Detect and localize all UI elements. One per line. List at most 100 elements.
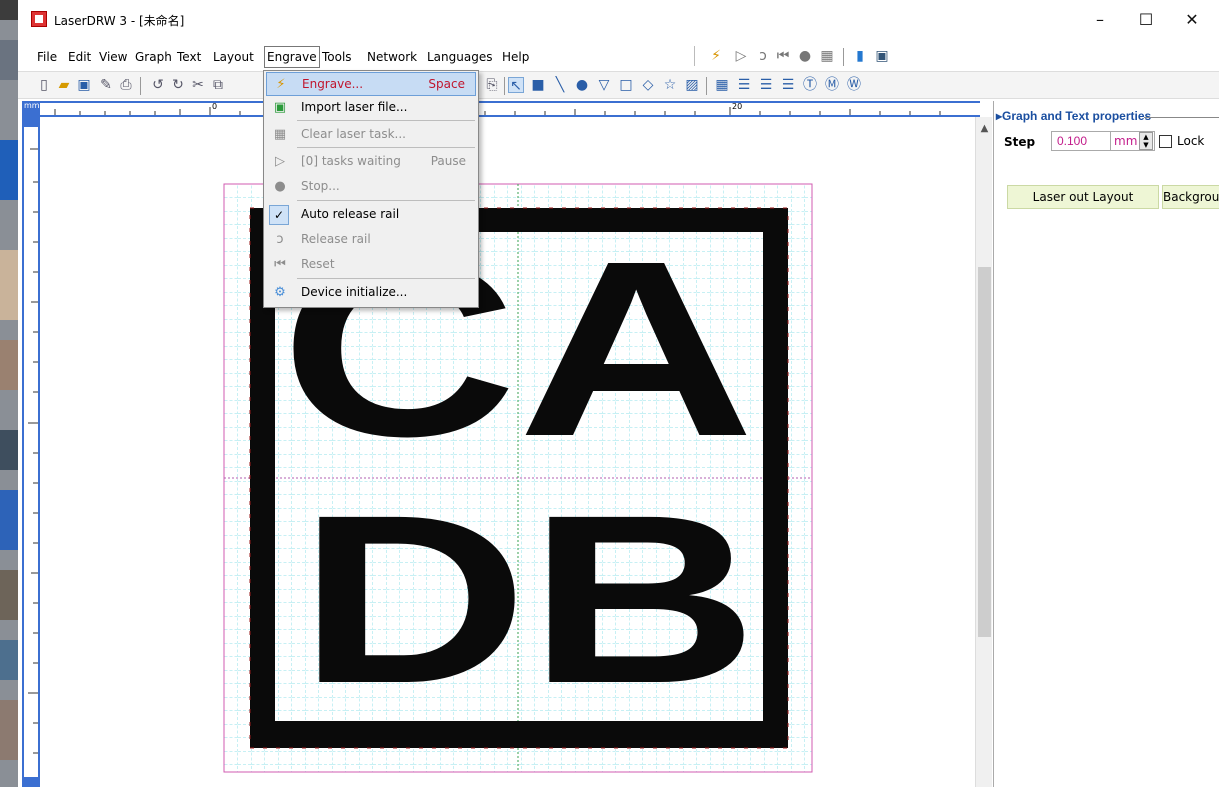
reset-quick-icon[interactable]: ⏮ [775, 48, 791, 64]
toolbar-grip [694, 46, 695, 66]
ruler-unit: mm [24, 101, 40, 110]
align-top-icon[interactable]: ☰ [736, 77, 752, 93]
menu-item-device-initialize[interactable]: ⚙ Device initialize... [266, 281, 476, 305]
maximize-button[interactable]: ☐ [1123, 6, 1169, 34]
import-icon: ▣ [273, 100, 287, 115]
menu-text[interactable]: Text [177, 48, 201, 66]
scroll-up-icon[interactable]: ▲ [976, 123, 993, 134]
open-folder-icon[interactable]: ▰ [56, 77, 72, 93]
menu-item-release-rail[interactable]: ↄ Release rail [266, 228, 476, 252]
import-image-icon[interactable]: ✎ [98, 77, 114, 93]
check-icon: ✓ [269, 205, 289, 225]
align-middle-icon[interactable]: ☰ [758, 77, 774, 93]
print-icon[interactable]: ⎙ [118, 77, 134, 93]
copy-icon[interactable]: ⧉ [210, 77, 226, 93]
properties-panel: ▸Graph and Text properties Step 0.100 mm… [993, 101, 1219, 787]
ruler-label: 20 [732, 102, 743, 111]
toolbar-separator [140, 77, 141, 95]
toolbar-separator [843, 48, 844, 66]
align-bottom-icon[interactable]: ☰ [780, 77, 796, 93]
cut-icon[interactable]: ✂ [190, 77, 206, 93]
laserdrw-app-icon [31, 11, 47, 27]
menu-item-clear-laser-task[interactable]: ▦ Clear laser task... [266, 123, 476, 147]
canvas-drawing: CA DB [223, 183, 813, 773]
ruler-label: 0 [212, 102, 218, 111]
clear-task-icon: ▦ [273, 127, 287, 142]
star-icon[interactable]: ☆ [662, 77, 678, 93]
desktop-edge [0, 0, 18, 787]
menu-item-tasks-waiting[interactable]: ▷ [0] tasks waiting Pause [266, 150, 476, 174]
drawing-canvas[interactable]: CA DB [40, 117, 975, 787]
stop-quick-icon[interactable]: ● [797, 48, 813, 64]
menu-edit[interactable]: Edit [68, 48, 91, 66]
engrave-icon: ⚡ [276, 77, 286, 92]
play-quick-icon[interactable]: ▷ [733, 48, 749, 64]
ellipse-icon[interactable]: ● [574, 77, 590, 93]
barcode-icon[interactable]: ▦ [714, 77, 730, 93]
redo-icon[interactable]: ↻ [170, 77, 186, 93]
horizontal-ruler: 0 20 [22, 101, 980, 117]
vertical-ruler [22, 117, 40, 787]
save-icon[interactable]: ▣ [76, 77, 92, 93]
text-w-icon[interactable]: Ⓦ [846, 77, 862, 93]
menu-view[interactable]: View [99, 48, 127, 66]
unit-spinner[interactable]: ▲ ▼ [1139, 132, 1153, 150]
title-bar: LaserDRW 3 - [未命名] – ☐ ✕ [18, 0, 1219, 40]
minimize-button[interactable]: – [1077, 6, 1123, 34]
stop-icon: ● [274, 179, 286, 194]
menu-tools[interactable]: Tools [322, 48, 352, 66]
background-button[interactable]: Backgrou [1162, 185, 1219, 209]
step-input[interactable]: 0.100 [1051, 131, 1111, 151]
release-icon: ↄ [276, 232, 284, 247]
new-file-icon[interactable]: ▯ [36, 77, 52, 93]
engrave-quick-icon[interactable]: ⚡ [708, 48, 724, 64]
square-outline-icon[interactable]: □ [618, 77, 634, 93]
vertical-scrollbar[interactable]: ▲ [975, 117, 992, 787]
panel-title-text: Graph and Text properties [1002, 109, 1152, 123]
vertical-ruler-ticks [28, 148, 38, 754]
line-icon[interactable]: ╲ [552, 77, 568, 93]
undo-icon[interactable]: ↺ [150, 77, 166, 93]
diamond-icon[interactable]: ◇ [640, 77, 656, 93]
menu-engrave[interactable]: Engrave [264, 46, 320, 68]
panel-title: ▸Graph and Text properties [996, 109, 1151, 123]
step-label: Step [1004, 135, 1036, 149]
main-toolbar: ▯ ▰ ▣ ✎ ⎙ ↺ ↻ ✂ ⧉ ⎘ ↖ ■ ╲ ● ▽ □ ◇ ☆ ▨ ▦ … [18, 71, 1219, 99]
laser-out-layout-button[interactable]: Laser out Layout [1007, 185, 1159, 209]
lock-checkbox[interactable] [1159, 135, 1172, 148]
preview-icon[interactable]: ▣ [874, 48, 890, 64]
clear-quick-icon[interactable]: ▦ [819, 48, 835, 64]
horizontal-ruler-ticks [54, 107, 941, 115]
menu-graph[interactable]: Graph [135, 48, 172, 66]
menu-help[interactable]: Help [502, 48, 529, 66]
menu-languages[interactable]: Languages [427, 48, 492, 66]
menu-network[interactable]: Network [367, 48, 417, 66]
text-t-icon[interactable]: Ⓣ [802, 77, 818, 93]
lock-label: Lock [1177, 134, 1205, 148]
letters-bottom: DB [298, 465, 758, 733]
engrave-dropdown-menu: ⚡ Engrave... Space ▣ Import laser file..… [263, 70, 479, 308]
select-pointer-icon[interactable]: ↖ [508, 77, 524, 94]
menu-bar: File Edit View Graph Text Layout Engrave… [18, 44, 1219, 70]
toolbar-separator [706, 77, 707, 95]
gear-icon: ⚙ [274, 285, 286, 300]
reset-icon: ⏮ [274, 257, 286, 272]
menu-item-stop[interactable]: ● Stop... [266, 175, 476, 199]
play-icon: ▷ [275, 154, 285, 169]
menu-item-auto-release-rail[interactable]: ✓ Auto release rail [266, 203, 476, 227]
menu-item-engrave[interactable]: ⚡ Engrave... Space [266, 72, 476, 96]
menu-item-import-laser-file[interactable]: ▣ Import laser file... [266, 96, 476, 120]
close-button[interactable]: ✕ [1169, 6, 1215, 34]
menu-layout[interactable]: Layout [213, 48, 254, 66]
triangle-icon[interactable]: ▽ [596, 77, 612, 93]
window-title: LaserDRW 3 - [未命名] [54, 14, 185, 28]
menu-file[interactable]: File [37, 48, 57, 66]
device-icon[interactable]: ▮ [852, 48, 868, 64]
scroll-thumb[interactable] [978, 267, 991, 637]
paste-icon[interactable]: ⎘ [484, 77, 500, 93]
release-quick-icon[interactable]: ↄ [755, 48, 771, 64]
image-icon[interactable]: ▨ [684, 77, 700, 93]
menu-item-reset[interactable]: ⏮ Reset [266, 253, 476, 277]
text-m-icon[interactable]: Ⓜ [824, 77, 840, 93]
rectangle-icon[interactable]: ■ [530, 77, 546, 93]
